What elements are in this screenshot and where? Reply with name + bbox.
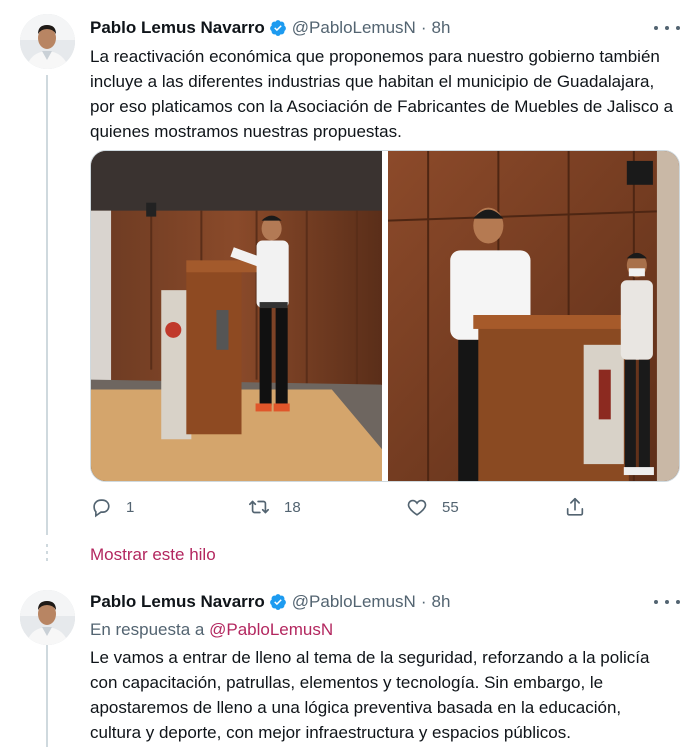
author-name[interactable]: Pablo Lemus Navarro (90, 592, 265, 612)
text-line: quienes mostramos nuestras propuestas. (90, 122, 402, 141)
timestamp[interactable]: 8h (432, 592, 451, 612)
reply-icon (90, 496, 112, 518)
more-dots-icon[interactable] (654, 18, 680, 38)
retweet-icon (248, 496, 270, 518)
avatar[interactable] (20, 14, 75, 69)
text-line: incluye a las diferentes industrias que … (90, 72, 655, 91)
text-line: La reactivación económica que proponemos… (90, 47, 660, 66)
thread-dot (46, 544, 48, 547)
separator: · (420, 592, 427, 611)
tweet-header: Pablo Lemus Navarro @PabloLemusN · 8h (90, 590, 450, 614)
share-button[interactable] (564, 496, 600, 518)
avatar[interactable] (20, 590, 75, 645)
reply-prefix: En respuesta a (90, 620, 205, 639)
heart-icon (406, 496, 428, 518)
text-line: cultura y deporte, con mejor infraestruc… (90, 723, 571, 742)
retweet-count: 18 (284, 498, 301, 516)
timestamp[interactable]: 8h (432, 18, 451, 38)
verified-badge-icon (269, 593, 287, 611)
author-handle[interactable]: @PabloLemusN (292, 18, 416, 38)
tweet-actions: 1 18 55 (90, 496, 590, 522)
author-name[interactable]: Pablo Lemus Navarro (90, 18, 265, 38)
tweet-header: Pablo Lemus Navarro @PabloLemusN · 8h (90, 16, 450, 40)
verified-badge-icon (269, 19, 287, 37)
share-icon (564, 496, 586, 518)
reply-context: En respuesta a @PabloLemusN (90, 620, 333, 640)
tweet-text: La reactivación económica que proponemos… (90, 44, 690, 144)
thread-dot (46, 558, 48, 561)
photo-right[interactable] (388, 151, 679, 481)
photo-left[interactable] (91, 151, 382, 481)
retweet-button[interactable]: 18 (248, 496, 301, 518)
like-count: 55 (442, 498, 459, 516)
reply-button[interactable]: 1 (90, 496, 134, 518)
show-thread-link[interactable]: Mostrar este hilo (90, 545, 216, 565)
separator: · (420, 18, 427, 37)
like-button[interactable]: 55 (406, 496, 459, 518)
text-line: por eso platicamos con la Asociación de … (90, 97, 674, 116)
text-line: con capacitación, patrullas, elementos y… (90, 673, 604, 692)
author-handle[interactable]: @PabloLemusN (292, 592, 416, 612)
tweet-media[interactable] (90, 150, 680, 482)
thread-dot (46, 551, 48, 554)
text-line: Le vamos a entrar de lleno al tema de la… (90, 648, 650, 667)
text-line: apostaremos de lleno a una lógica preven… (90, 698, 622, 717)
reply-count: 1 (126, 498, 135, 516)
reply-mention-link[interactable]: @PabloLemusN (209, 620, 333, 639)
more-dots-icon[interactable] (654, 592, 680, 612)
tweet-1[interactable]: Pablo Lemus Navarro @PabloLemusN · 8h La… (0, 0, 700, 530)
tweet-text: Le vamos a entrar de lleno al tema de la… (90, 645, 690, 745)
